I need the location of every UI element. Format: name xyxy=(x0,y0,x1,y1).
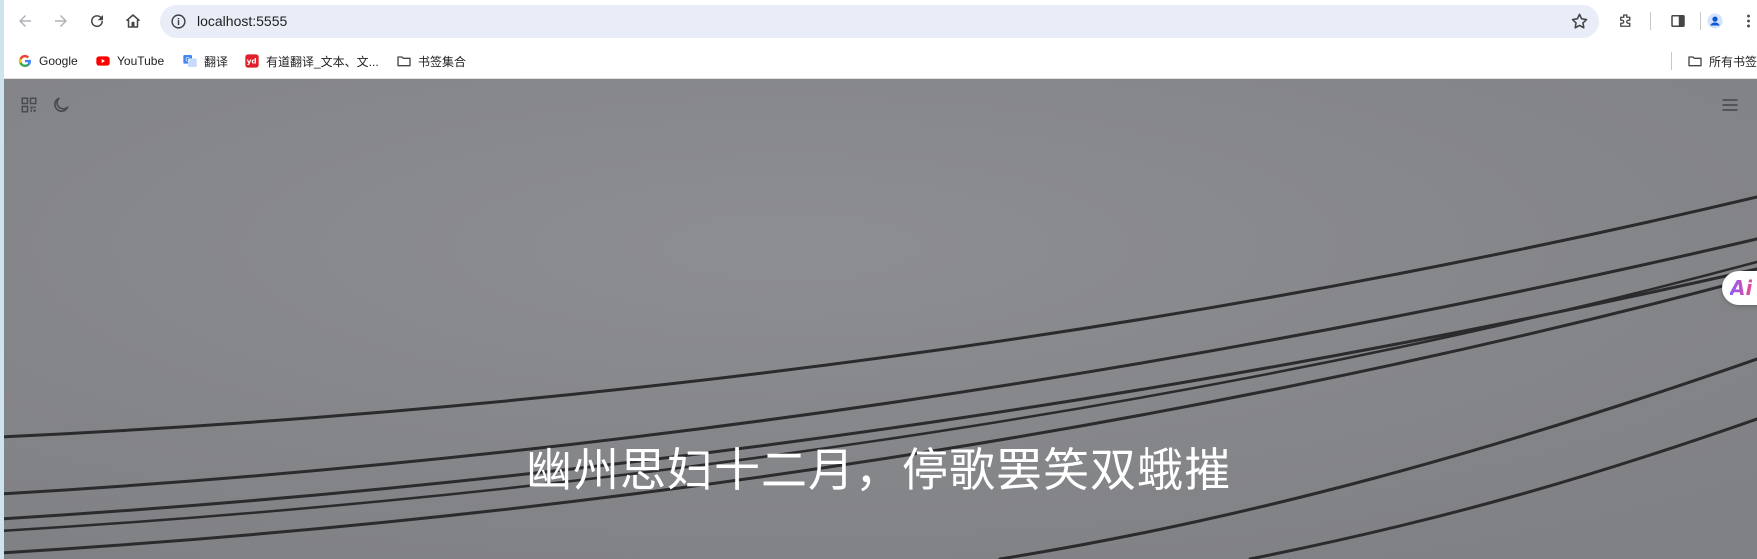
bookmark-label: 翻译 xyxy=(204,54,229,69)
bookmark-google[interactable]: Google xyxy=(17,51,78,71)
kebab-menu-icon xyxy=(1747,14,1750,28)
youtube-icon xyxy=(95,53,111,69)
bookmark-youtube[interactable]: YouTube xyxy=(95,51,164,71)
toolbar-divider xyxy=(1700,12,1701,30)
translate-icon: G xyxy=(182,53,198,69)
google-icon xyxy=(17,53,33,69)
forward-button[interactable] xyxy=(48,8,74,34)
url-text[interactable]: localhost:5555 xyxy=(197,13,287,29)
profile-avatar-icon xyxy=(1707,13,1723,29)
bookmark-label: YouTube xyxy=(117,54,165,68)
page-viewport: Ai 幽州思妇十二月，停歌罢笑双蛾摧 xyxy=(0,79,1757,559)
qrcode-icon[interactable] xyxy=(20,96,38,114)
address-bar[interactable]: localhost:5555 xyxy=(160,5,1599,38)
home-button[interactable] xyxy=(120,8,146,34)
bookmark-translate[interactable]: G 翻译 xyxy=(182,51,228,71)
arrow-left-icon xyxy=(19,15,31,27)
bookmark-folder[interactable]: 书签集合 xyxy=(396,51,466,71)
bookmark-label: Google xyxy=(39,54,78,68)
browser-toolbar: localhost:5555 xyxy=(0,0,1757,42)
folder-icon xyxy=(396,53,412,69)
profile-button[interactable] xyxy=(1702,8,1728,34)
window-edge xyxy=(0,0,4,559)
hamburger-menu-icon[interactable] xyxy=(1720,95,1740,115)
side-panel-button[interactable] xyxy=(1665,8,1691,34)
reload-icon xyxy=(91,15,104,28)
all-bookmarks-label: 所有书签 xyxy=(1709,54,1757,69)
toolbar-divider xyxy=(1650,12,1651,30)
bookmark-label: 书签集合 xyxy=(418,54,467,69)
bookmark-star-icon[interactable] xyxy=(1570,12,1589,31)
bookmarks-bar: Google YouTube G 翻译 yd 有道翻译_文本、文... 书签集合… xyxy=(0,42,1757,79)
ai-badge-label: Ai xyxy=(1730,276,1753,300)
back-button[interactable] xyxy=(12,8,38,34)
bookmark-youdao[interactable]: yd 有道翻译_文本、文... xyxy=(244,51,379,71)
ai-assistant-button[interactable]: Ai xyxy=(1722,271,1757,305)
poem-line: 幽州思妇十二月，停歌罢笑双蛾摧 xyxy=(526,443,1231,497)
all-bookmarks[interactable]: 所有书签 xyxy=(1687,51,1757,71)
bookmarks-divider xyxy=(1671,52,1672,70)
folder-icon xyxy=(1687,53,1703,69)
svg-text:yd: yd xyxy=(247,57,257,66)
puzzle-icon xyxy=(1620,14,1631,27)
arrow-right-icon xyxy=(55,15,67,27)
bookmark-label: 有道翻译_文本、文... xyxy=(266,54,379,69)
extensions-button[interactable] xyxy=(1613,8,1639,34)
info-icon[interactable] xyxy=(170,13,187,30)
menu-button[interactable] xyxy=(1740,8,1757,34)
home-icon xyxy=(126,14,140,28)
side-panel-icon xyxy=(1671,15,1685,27)
youdao-icon: yd xyxy=(244,53,260,69)
reload-button[interactable] xyxy=(84,8,110,34)
moon-icon[interactable] xyxy=(51,95,71,115)
svg-text:G: G xyxy=(185,57,190,64)
